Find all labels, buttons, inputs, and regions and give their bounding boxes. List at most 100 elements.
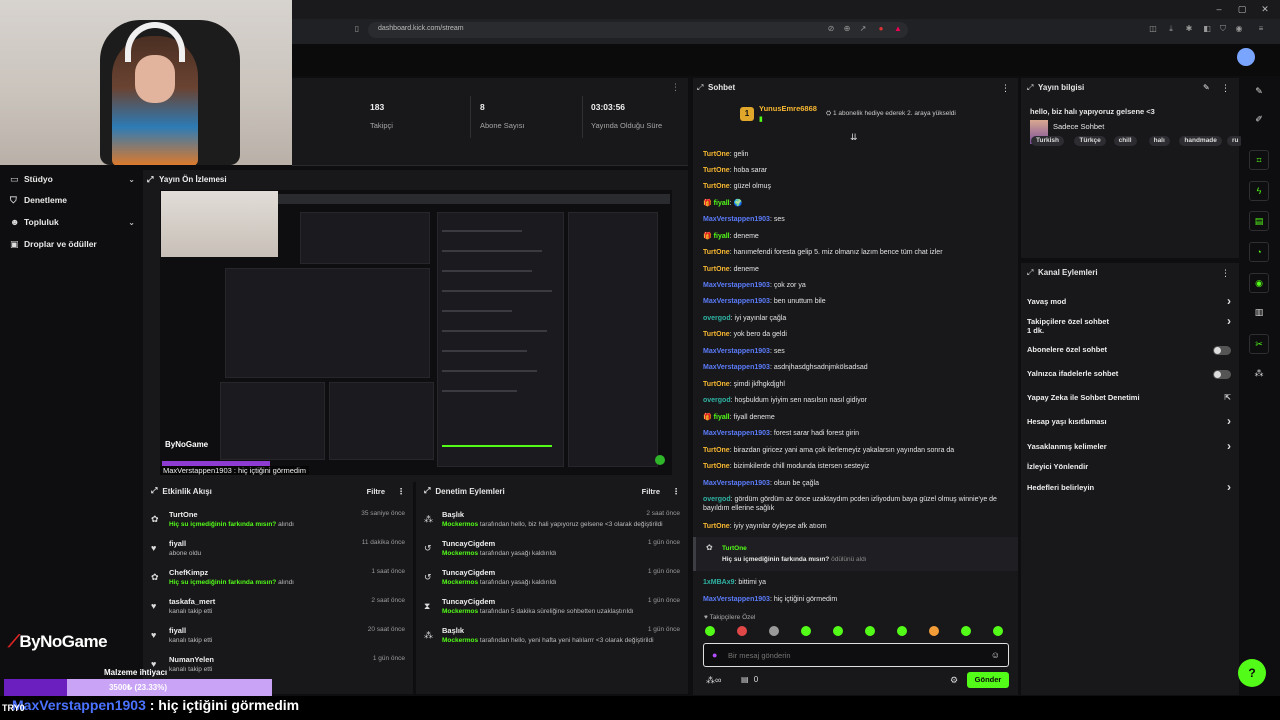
emote-icon[interactable] [705, 626, 715, 636]
channel-action-row[interactable]: Hesap yaşı kısıtlaması › [1027, 414, 1235, 428]
chat-message[interactable]: TurtOne: deneme [703, 265, 1003, 274]
chat-input-box[interactable]: ● ☺ [703, 643, 1009, 667]
bookmark-icon[interactable]: ▯ [352, 24, 362, 34]
feed-row[interactable]: ✿ ChefKimpz 1 saat önce Hiç su içmediğinin … [143, 567, 413, 596]
maximize-icon[interactable]: ▢ [1237, 4, 1247, 14]
chat-message[interactable]: TurtOne: güzel olmuş [703, 182, 1003, 191]
chat-message[interactable]: MaxVerstappen1903: ben unuttum bile [703, 297, 1003, 306]
emote-icon[interactable] [929, 626, 939, 636]
emote-icon[interactable] [897, 626, 907, 636]
chat-username[interactable]: fiyall [714, 414, 730, 421]
chat-username[interactable]: TurtOne [703, 266, 730, 273]
feed-row[interactable]: ♥ fiyall 11 dakika önce abone oldu [143, 538, 413, 567]
chat-username[interactable]: fiyall [714, 233, 730, 240]
warning-icon[interactable]: ▲ [893, 24, 903, 34]
sidebar-item-droplar[interactable]: ▣ Droplar ve ödüller [10, 235, 135, 253]
sidebar-item-denetleme[interactable]: ⛉ Denetleme [10, 191, 135, 209]
zoom-icon[interactable]: ⊕ [842, 24, 852, 34]
chat-message[interactable]: 🎁 fiyall: fiyall deneme [703, 413, 1003, 422]
edit-icon[interactable]: ✐ [1252, 114, 1266, 128]
channel-action-row[interactable]: Abonelere özel sohbet [1027, 345, 1235, 355]
mic-icon[interactable]: ● [712, 650, 717, 660]
emoji-icon[interactable]: ☺ [991, 650, 1000, 660]
moderation-row[interactable]: ↺ TuncayCigdem 1 gün önce Mockermos tarafın… [416, 567, 688, 596]
chat-username[interactable]: TurtOne [703, 167, 730, 174]
share-icon[interactable]: ↗ [858, 24, 868, 34]
chat-message[interactable]: 1xMBAx9: bittimi ya [703, 578, 1003, 587]
chat-username[interactable]: TurtOne [703, 523, 730, 530]
emote-icon[interactable] [737, 626, 747, 636]
tag-chip[interactable]: halı [1148, 136, 1170, 146]
edit-icon[interactable]: ✎ [1203, 83, 1210, 92]
feed-row[interactable]: ♥ taskafa_mert 2 saat önce kanalı takip ett… [143, 596, 413, 625]
chat-message[interactable]: TurtOne: gelin [703, 150, 1003, 159]
chat-message[interactable]: TurtOne: yok bero da geldi [703, 330, 1003, 339]
expand-icon[interactable]: ⤢ [1027, 83, 1033, 93]
minimize-icon[interactable]: – [1214, 4, 1224, 14]
puzzle-icon[interactable]: ✱ [1184, 24, 1194, 34]
chat-username[interactable]: overgod [703, 397, 731, 404]
chat-username[interactable]: overgod [703, 315, 731, 322]
chat-message[interactable]: MaxVerstappen1903: ses [703, 347, 1003, 356]
chat-username[interactable]: overgod [703, 496, 731, 503]
emote-icon[interactable] [993, 626, 1003, 636]
shield-icon[interactable]: ⛉ [1218, 24, 1228, 34]
sidebar-item-topluluk[interactable]: ☻ Topluluk ⌄ [10, 213, 135, 231]
moderation-row[interactable]: ⁂ Başlık 1 gün önce Mockermos tarafından he… [416, 625, 688, 654]
channel-action-row[interactable]: İzleyici Yönlendir [1027, 462, 1235, 471]
chat-message[interactable]: MaxVerstappen1903: çok zor ya [703, 281, 1003, 290]
avatar[interactable] [1237, 48, 1255, 66]
feed-row[interactable]: ✿ TurtOne 35 saniye önce Hiç su içmediğinin… [143, 509, 413, 538]
menu-icon[interactable]: ≡ [1256, 24, 1266, 34]
toggle-switch[interactable] [1213, 346, 1231, 355]
extension-icon[interactable]: ● [876, 24, 886, 34]
tag-chip[interactable]: chill [1113, 136, 1137, 146]
chat-bubble-icon[interactable]: ◔ [1249, 242, 1269, 262]
chat-message[interactable]: 🎁 fiyall: deneme [703, 232, 1003, 241]
extensions-icon[interactable]: ◫ [1148, 24, 1158, 34]
toggle-switch[interactable] [1213, 370, 1231, 379]
feed-row[interactable]: ♥ fiyall 20 saat önce kanalı takip etti [143, 625, 413, 654]
download-icon[interactable]: ⤓ [1166, 24, 1176, 34]
moderation-row[interactable]: ↺ TuncayCigdem 1 gün önce Mockermos tarafın… [416, 538, 688, 567]
chat-message[interactable]: overgod: hoşbuldum iyiyim sen nasılsın n… [703, 396, 1003, 405]
moderation-row[interactable]: ⁂ Başlık 2 saat önce Mockermos tarafından h… [416, 509, 688, 538]
send-button[interactable]: Gönder [967, 672, 1009, 688]
channel-action-row[interactable]: Hedefleri belirleyin › [1027, 480, 1235, 494]
chat-message[interactable]: overgod: gördüm gördüm az önce uzaktaydı… [703, 495, 1003, 513]
help-button[interactable]: ? [1238, 659, 1266, 687]
chat-username[interactable]: MaxVerstappen1903 [703, 596, 770, 603]
chat-username[interactable]: TurtOne [703, 381, 730, 388]
clip-icon[interactable]: ⌗ [1249, 150, 1269, 170]
chat-message[interactable]: overgod: iyi yayınlar çağla [703, 314, 1003, 323]
expand-icon[interactable]: ⤢ [147, 175, 153, 185]
sidebar-icon[interactable]: ◧ [1202, 24, 1212, 34]
chat-message[interactable]: TurtOne: şimdi jkfhgkdjghl [703, 380, 1003, 389]
expand-icon[interactable]: ⤢ [424, 486, 430, 496]
channel-action-row[interactable]: Yavaş mod › [1027, 294, 1235, 308]
chat-username[interactable]: TurtOne [703, 463, 730, 470]
more-icon[interactable]: ⋮ [397, 487, 405, 496]
chat-username[interactable]: MaxVerstappen1903 [703, 430, 770, 437]
chat-message[interactable]: MaxVerstappen1903: olsun be çağla [703, 479, 1003, 488]
emote-icon[interactable] [833, 626, 843, 636]
mod-tools-icon[interactable]: ⁂∞ [706, 675, 721, 686]
chat-message[interactable]: 🎁 fiyall: 🌍 [703, 199, 1003, 208]
emote-icon[interactable] [961, 626, 971, 636]
chat-message[interactable]: TurtOne: bizimkilerde chill modunda iste… [703, 462, 1003, 471]
broadcast-icon[interactable]: ◉ [1249, 273, 1269, 293]
chat-username[interactable]: MaxVerstappen1903 [703, 348, 770, 355]
channel-action-row[interactable]: Yalnızca ifadelerle sohbet [1027, 369, 1235, 379]
chat-message-input[interactable] [728, 648, 978, 662]
settings-icon[interactable]: ⚙ [950, 675, 958, 686]
expand-icon[interactable]: ⤢ [151, 486, 157, 496]
chat-message[interactable]: TurtOne: hanımefendi foresta gelip 5. mi… [703, 248, 1003, 257]
profile-icon[interactable]: ◉ [1234, 24, 1244, 34]
moderation-row[interactable]: ⧗ TuncayCigdem 1 gün önce Mockermos tarafın… [416, 596, 688, 625]
chat-message[interactable]: TurtOne: iyiy yayınlar öyleyse afk atıom [703, 522, 1003, 531]
chat-username[interactable]: MaxVerstappen1903 [703, 282, 770, 289]
channel-action-row[interactable]: Yapay Zeka ile Sohbet Denetimi ⇱ [1027, 393, 1235, 402]
chat-message[interactable]: TurtOne: hoba sarar [703, 166, 1003, 175]
channel-action-row[interactable]: Takipçilere özel sohbet 1 dk. › [1027, 314, 1235, 335]
chat-username[interactable]: fiyall [714, 200, 730, 207]
